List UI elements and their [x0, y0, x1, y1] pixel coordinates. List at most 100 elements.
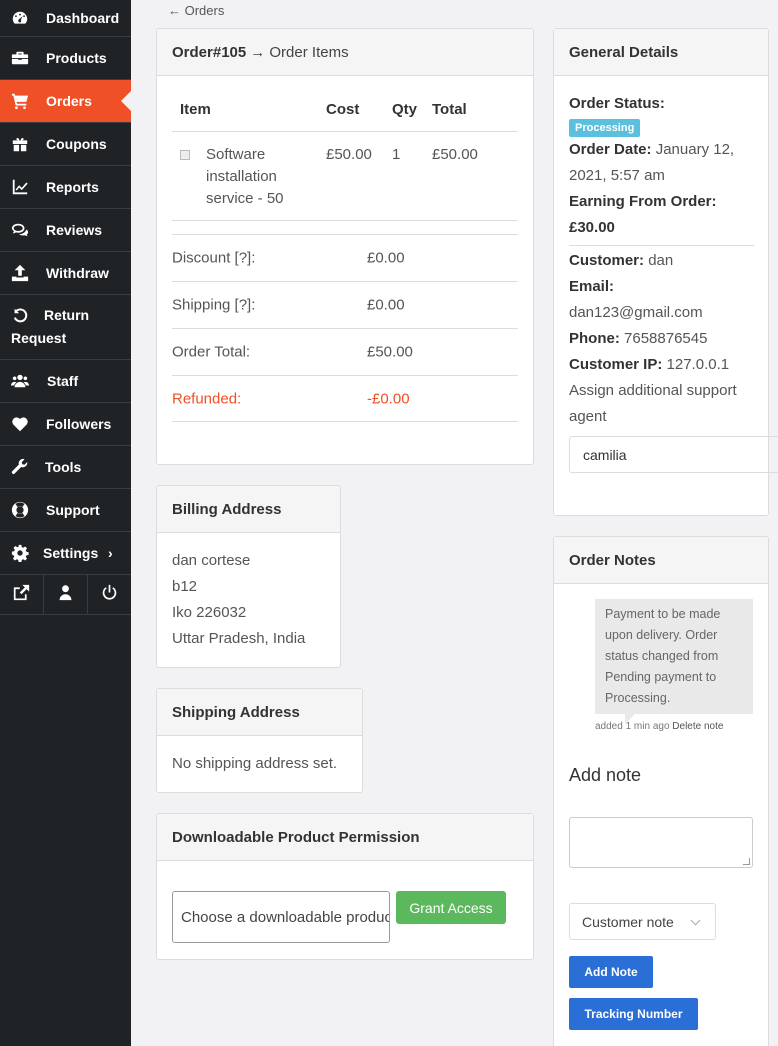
shipping-label[interactable]: Shipping [?]: [172, 297, 255, 314]
sidebar-item-tools[interactable]: Tools [0, 446, 131, 489]
power-icon [101, 584, 118, 605]
sidebar-item-label: Withdraw [46, 265, 109, 281]
sidebar-item-label: Reports [46, 179, 99, 195]
logout-button[interactable] [88, 575, 131, 614]
column-header-item: Item [172, 89, 318, 132]
downloadable-permission-panel: Downloadable Product Permission Choose a… [156, 813, 534, 960]
note-meta: added 1 min ago Delete note [595, 721, 723, 732]
address-line: dan cortese [172, 552, 251, 569]
add-note-button[interactable]: Add Note [569, 956, 653, 988]
sidebar-item-orders[interactable]: Orders [0, 80, 131, 123]
note-line: Processing. [605, 691, 671, 705]
order-items-panel: Order#105 → Order Items Item Cost Qty To… [156, 28, 534, 465]
profile-button[interactable] [44, 575, 88, 614]
sidebar-item-label: Request [11, 330, 67, 346]
customer-ip-value: 127.0.0.1 [666, 356, 730, 373]
item-cell: Software installation service - 50 [172, 131, 318, 221]
sidebar-item-label: Orders [46, 93, 92, 109]
sidebar-item-label: Dashboard [46, 10, 120, 26]
assign-agent-label: Assign additional support [569, 382, 737, 399]
address-line: Uttar Pradesh, India [172, 630, 306, 647]
order-notes-panel: Order Notes Payment to be made upon deli… [553, 536, 769, 1046]
table-row: Software installation service - 50 £50.0… [172, 131, 518, 221]
comments-icon [10, 221, 30, 239]
note-timestamp: added 1 min ago [595, 721, 670, 732]
resize-handle-icon[interactable] [743, 858, 750, 865]
grant-access-button[interactable]: Grant Access [396, 891, 506, 924]
note-line: Payment to be made [605, 607, 721, 621]
external-link-button[interactable] [0, 575, 44, 614]
discount-value: £0.00 [367, 249, 405, 267]
billing-address-title: Billing Address [157, 486, 340, 533]
sidebar-item-label: Followers [46, 416, 112, 432]
sidebar-item-coupons[interactable]: Coupons [0, 123, 131, 166]
order-date-value-cont: 2021, 5:57 am [569, 167, 665, 184]
phone-value: 7658876545 [624, 330, 708, 347]
refunded-row: Refunded: -£0.00 [172, 375, 518, 422]
sidebar-item-reviews[interactable]: Reviews [0, 209, 131, 252]
sidebar-item-staff[interactable]: Staff [0, 360, 131, 403]
order-note: Payment to be made upon delivery. Order … [595, 599, 753, 724]
order-total-row: Order Total: £50.00 [172, 328, 518, 375]
sidebar-item-products[interactable]: Products [0, 37, 131, 80]
refunded-label: Refunded: [172, 390, 242, 407]
sidebar-item-settings[interactable]: Settings › [0, 532, 131, 575]
briefcase-icon [10, 49, 30, 67]
column-header-total: Total [424, 89, 518, 132]
downloadable-product-select[interactable]: Choose a downloadable product… [172, 891, 390, 943]
note-line: upon delivery. Order [605, 628, 718, 642]
sidebar-item-support[interactable]: Support [0, 489, 131, 532]
chevron-down-icon [690, 915, 701, 926]
customer-ip-label: Customer IP: [569, 356, 663, 373]
chevron-right-icon: › [108, 545, 113, 561]
customer-label: Customer: [569, 252, 645, 269]
item-name-line: service - 50 [206, 189, 284, 207]
sidebar-item-label: Products [46, 50, 107, 66]
email-label: Email: [569, 278, 615, 295]
back-to-orders-link[interactable]: ← Orders [168, 3, 224, 18]
customer-value: dan [648, 252, 674, 269]
delete-note-link[interactable]: Delete note [672, 721, 723, 732]
order-date-value: January 12, [655, 141, 735, 158]
shipping-address-title: Shipping Address [157, 689, 362, 736]
sidebar-item-dashboard[interactable]: Dashboard [0, 0, 131, 37]
user-icon [57, 584, 74, 605]
downloadable-permission-body: Choose a downloadable product… Grant Acc… [157, 861, 533, 959]
add-note-title: Add note [569, 765, 642, 785]
earning-value: £30.00 [569, 219, 615, 236]
discount-row: Discount [?]: £0.00 [172, 234, 518, 281]
item-name[interactable]: Software installation service - 50 [206, 144, 284, 210]
order-date-label: Order Date: [569, 141, 652, 158]
sidebar: Dashboard Products Orders Coupons Report… [0, 0, 131, 1046]
line-chart-icon [10, 178, 30, 196]
sidebar-item-return-request[interactable]: Return Request [0, 295, 131, 360]
order-total-label: Order Total: [172, 343, 251, 361]
item-cost: £50.00 [318, 131, 384, 221]
order-number: Order#105 [172, 43, 247, 61]
table-header-row: Item Cost Qty Total [172, 89, 518, 132]
users-icon [10, 372, 30, 390]
order-status-label: Order Status: [569, 95, 665, 112]
shipping-address-text: No shipping address set. [172, 755, 338, 772]
sidebar-item-label: Return [44, 307, 90, 323]
sidebar-item-followers[interactable]: Followers [0, 403, 131, 446]
gear-icon [10, 544, 30, 562]
sidebar-item-withdraw[interactable]: Withdraw [0, 252, 131, 295]
order-notes-title: Order Notes [554, 537, 768, 584]
heart-icon [10, 415, 30, 433]
general-details-panel: General Details Order Status: Processing… [553, 28, 778, 516]
email-value[interactable]: dan123@gmail.com [569, 300, 754, 326]
tracking-number-button[interactable]: Tracking Number [569, 998, 698, 1030]
gift-icon [10, 135, 30, 153]
address-line: b12 [172, 578, 198, 595]
discount-label[interactable]: Discount [?]: [172, 250, 255, 267]
note-type-select[interactable]: Customer note [569, 903, 716, 940]
note-type-value: Customer note [582, 913, 674, 930]
sidebar-item-reports[interactable]: Reports [0, 166, 131, 209]
note-line: status changed from [605, 649, 719, 663]
upload-icon [10, 264, 30, 282]
note-textarea[interactable] [569, 817, 753, 868]
note-line: Pending payment to [605, 670, 717, 684]
sidebar-item-label: Staff [47, 373, 79, 389]
support-agent-select[interactable]: camilia [569, 436, 778, 473]
